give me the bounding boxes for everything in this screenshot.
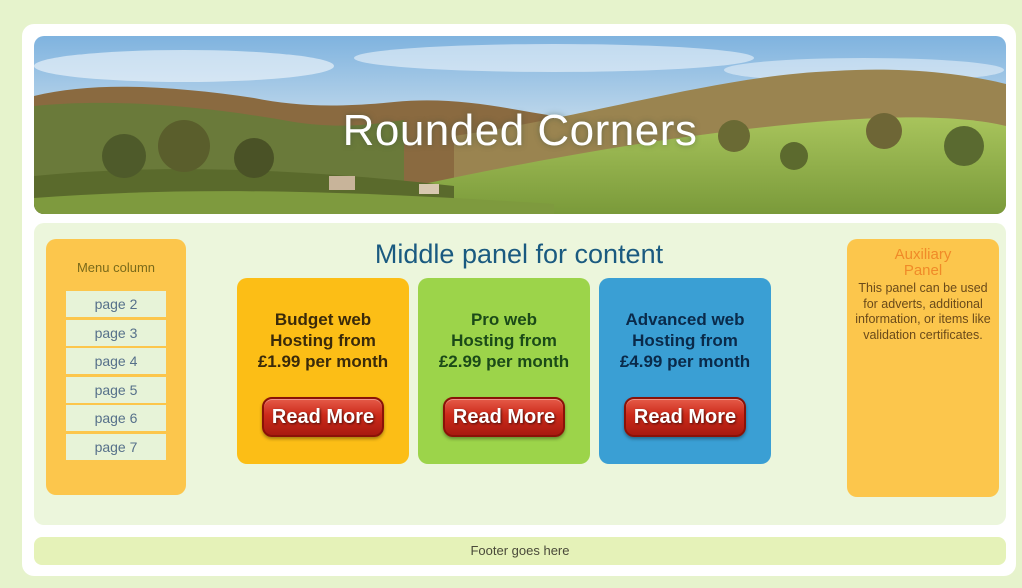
site-title: Rounded Corners <box>342 106 698 155</box>
auxiliary-panel: Auxiliary Panel This panel can be used f… <box>847 239 999 497</box>
read-more-button[interactable]: Read More <box>624 397 746 437</box>
card-description: Budget web Hosting from £1.99 per month <box>237 309 409 372</box>
card-price: £2.99 per month <box>438 352 570 371</box>
menu-item-page-3[interactable]: page 3 <box>66 319 166 346</box>
middle-panel-title: Middle panel for content <box>374 239 664 269</box>
menu-item-page-4[interactable]: page 4 <box>66 348 166 374</box>
page-container: Rounded Corners Menu column page 2 page … <box>22 24 1016 576</box>
auxiliary-panel-title: Auxiliary Panel <box>894 246 952 279</box>
card-description: Pro web Hosting from £2.99 per month <box>418 309 590 372</box>
card-line: Pro web <box>470 310 538 329</box>
read-more-button[interactable]: Read More <box>262 397 384 437</box>
card-price: £4.99 per month <box>619 352 751 371</box>
card-line: Hosting from <box>632 331 738 350</box>
read-more-button[interactable]: Read More <box>443 397 565 437</box>
card-line: Hosting from <box>451 331 557 350</box>
footer: Footer goes here <box>34 537 1006 565</box>
hosting-card-budget: Budget web Hosting from £1.99 per month … <box>237 278 409 464</box>
hosting-card-advanced: Advanced web Hosting from £4.99 per mont… <box>599 278 771 464</box>
menu-item-page-5[interactable]: page 5 <box>66 376 166 403</box>
menu-item-page-2[interactable]: page 2 <box>66 291 166 317</box>
menu-item-page-7[interactable]: page 7 <box>66 433 166 460</box>
hosting-card-pro: Pro web Hosting from £2.99 per month Rea… <box>418 278 590 464</box>
card-line: Hosting from <box>270 331 376 350</box>
card-price: £1.99 per month <box>257 352 389 371</box>
menu-column: Menu column page 2 page 3 page 4 page 5 … <box>46 239 186 495</box>
content-area: Menu column page 2 page 3 page 4 page 5 … <box>34 223 1006 525</box>
menu-list: page 2 page 3 page 4 page 5 page 6 page … <box>66 291 186 460</box>
auxiliary-panel-text: This panel can be used for adverts, addi… <box>855 281 991 342</box>
menu-title: Menu column <box>76 260 156 275</box>
card-description: Advanced web Hosting from £4.99 per mont… <box>599 309 771 372</box>
card-line: Budget web <box>274 310 372 329</box>
header-banner: Rounded Corners <box>34 36 1006 214</box>
menu-item-page-6[interactable]: page 6 <box>66 405 166 431</box>
card-line: Advanced web <box>625 310 745 329</box>
